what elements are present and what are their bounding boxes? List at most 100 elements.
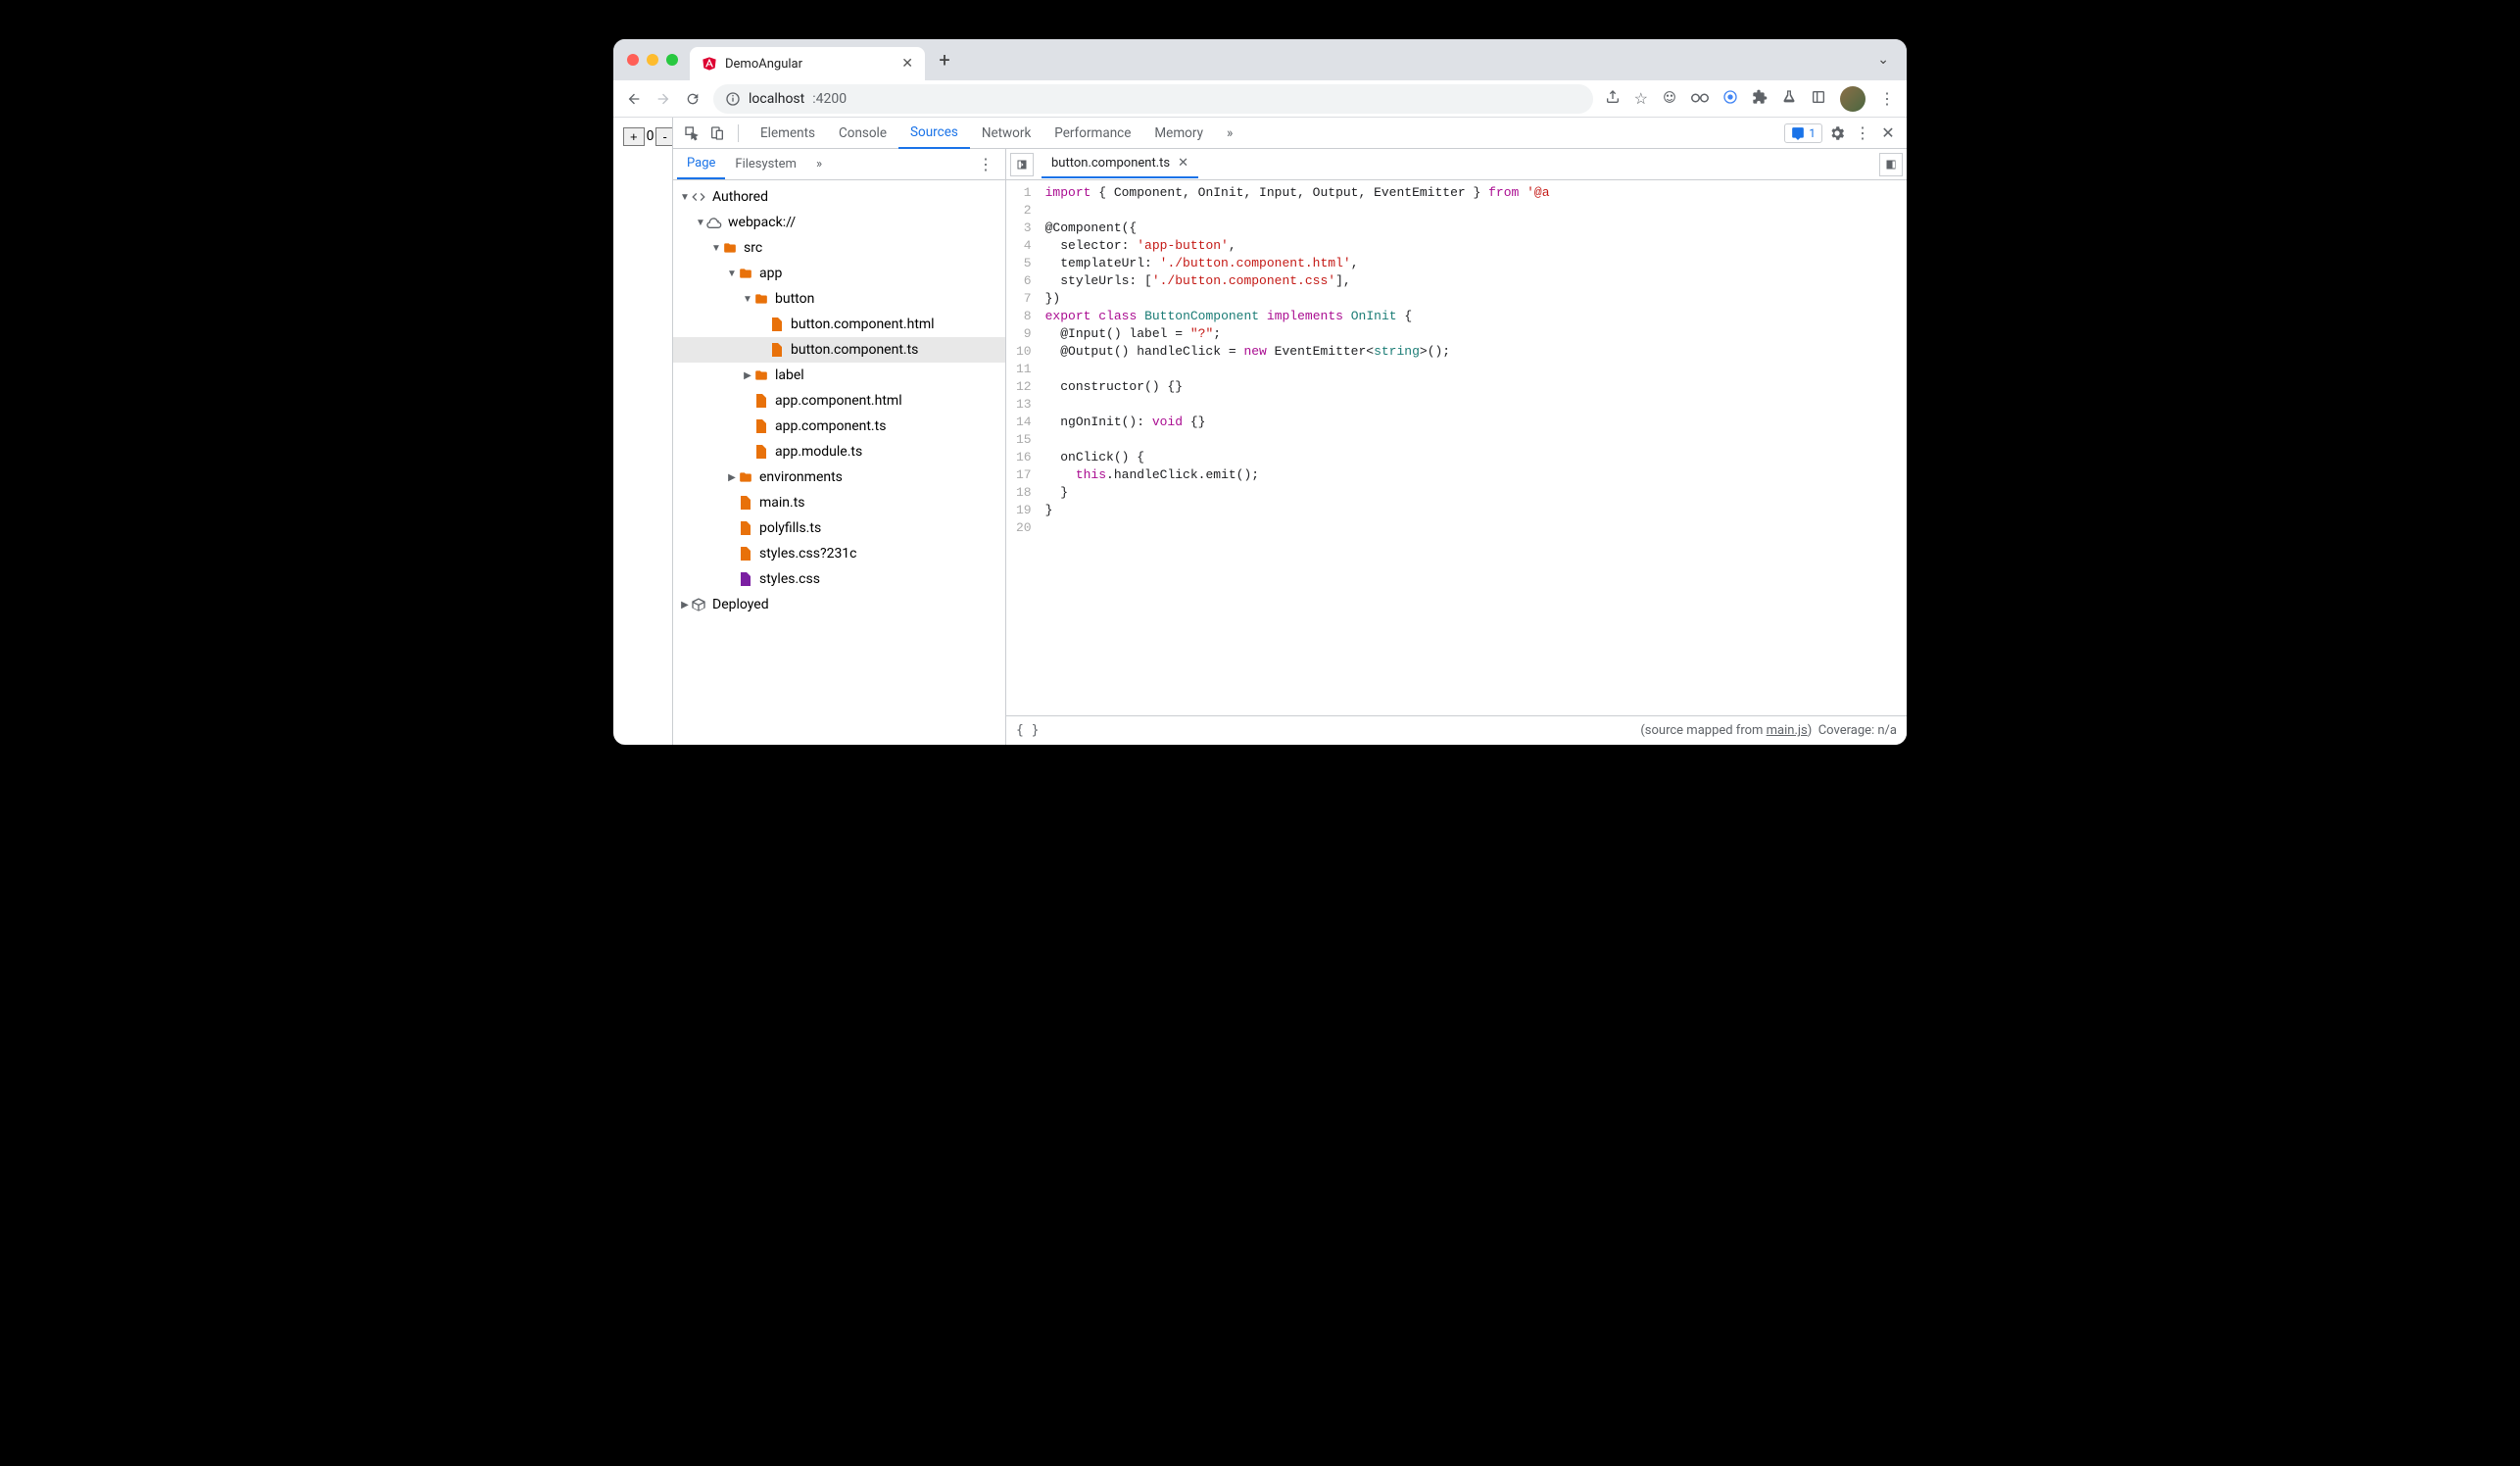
bookmark-icon[interactable]: ☆ (1634, 89, 1648, 108)
tree-src[interactable]: ▼src (673, 235, 1005, 261)
cloud-icon (706, 215, 722, 230)
url-host: localhost (749, 91, 804, 107)
tree-main-ts[interactable]: main.ts (673, 490, 1005, 515)
code-content: import { Component, OnInit, Input, Outpu… (1038, 180, 1558, 715)
tree-button-html[interactable]: button.component.html (673, 312, 1005, 337)
tree-polyfills-ts[interactable]: polyfills.ts (673, 515, 1005, 541)
folder-icon (753, 291, 769, 307)
maximize-window-button[interactable] (666, 54, 678, 66)
site-info-icon[interactable] (725, 91, 741, 107)
folder-icon (753, 367, 769, 383)
new-tab-button[interactable]: + (931, 46, 958, 73)
close-window-button[interactable] (627, 54, 639, 66)
file-icon (738, 520, 753, 536)
file-icon (769, 317, 785, 332)
back-button[interactable] (625, 90, 643, 108)
tree-authored[interactable]: ▼Authored (673, 184, 1005, 210)
devtools-panel: Elements Console Sources Network Perform… (672, 118, 1907, 745)
nav-tab-page[interactable]: Page (677, 149, 725, 179)
editor-tabbar: button.component.ts ✕ (1006, 149, 1907, 180)
extension-icon-1[interactable] (1662, 89, 1677, 109)
editor-filename: button.component.ts (1051, 156, 1170, 171)
toolbar-icons: ☆ ⋮ (1605, 86, 1895, 112)
file-icon (753, 418, 769, 434)
tree-styles-q[interactable]: styles.css?231c (673, 541, 1005, 566)
code-panel: button.component.ts ✕ 123456789101112131… (1006, 149, 1907, 745)
tab-performance[interactable]: Performance (1042, 119, 1142, 148)
tree-button-ts[interactable]: button.component.ts (673, 337, 1005, 363)
issues-count: 1 (1809, 126, 1816, 140)
file-icon (738, 546, 753, 562)
forward-button[interactable] (654, 90, 672, 108)
address-bar: localhost :4200 ☆ ⋮ (613, 80, 1907, 118)
deployed-icon (691, 597, 706, 612)
toggle-debugger-icon[interactable] (1879, 153, 1903, 176)
devtools-body: Page Filesystem » ⋮ ▼Authored ▼webpack:/… (673, 149, 1907, 745)
tab-network[interactable]: Network (970, 119, 1042, 148)
close-devtools-icon[interactable]: ✕ (1877, 122, 1899, 144)
tree-button-folder[interactable]: ▼button (673, 286, 1005, 312)
window-controls (627, 54, 678, 66)
tab-sources[interactable]: Sources (898, 118, 970, 149)
extension-icon-2[interactable] (1691, 89, 1709, 108)
browser-tab[interactable]: DemoAngular ✕ (690, 47, 925, 80)
issues-badge[interactable]: 1 (1784, 123, 1822, 143)
file-icon (769, 342, 785, 358)
tree-app[interactable]: ▼app (673, 261, 1005, 286)
tree-app-module[interactable]: app.module.ts (673, 439, 1005, 464)
tree-app-ts[interactable]: app.component.ts (673, 414, 1005, 439)
devtools-menu-icon[interactable]: ⋮ (1852, 122, 1873, 144)
source-map-link[interactable]: main.js (1767, 723, 1808, 738)
url-port: :4200 (812, 91, 847, 107)
format-code-icon[interactable]: { } (1016, 723, 1039, 738)
file-icon (753, 393, 769, 409)
file-tree: ▼Authored ▼webpack:// ▼src ▼app ▼button … (673, 180, 1005, 745)
settings-icon[interactable] (1826, 122, 1848, 144)
labs-icon[interactable] (1781, 89, 1797, 109)
extensions-icon[interactable] (1752, 89, 1768, 109)
nav-more-tabs-icon[interactable]: » (806, 150, 832, 178)
tab-title: DemoAngular (725, 57, 894, 72)
editor-tab[interactable]: button.component.ts ✕ (1042, 150, 1198, 178)
extension-icon-3[interactable] (1722, 89, 1738, 109)
more-tabs-icon[interactable]: » (1215, 119, 1244, 148)
tree-label-folder[interactable]: ▶label (673, 363, 1005, 388)
reader-icon[interactable] (1811, 89, 1826, 109)
file-icon (738, 495, 753, 511)
tree-deployed[interactable]: ▶Deployed (673, 592, 1005, 617)
devtools-tabs: Elements Console Sources Network Perform… (749, 118, 1780, 149)
tree-environments[interactable]: ▶environments (673, 464, 1005, 490)
tree-styles[interactable]: styles.css (673, 566, 1005, 592)
increment-button[interactable]: + (623, 127, 645, 146)
devtools-toolbar: Elements Console Sources Network Perform… (673, 118, 1907, 149)
code-editor[interactable]: 1234567891011121314151617181920 import {… (1006, 180, 1907, 715)
file-icon (753, 444, 769, 460)
tabs-dropdown-icon[interactable]: ⌄ (1869, 52, 1897, 68)
tab-console[interactable]: Console (827, 119, 898, 148)
reload-button[interactable] (684, 90, 702, 108)
tab-memory[interactable]: Memory (1142, 119, 1215, 148)
minimize-window-button[interactable] (647, 54, 658, 66)
folder-icon (738, 266, 753, 281)
angular-icon (702, 56, 717, 72)
tree-webpack[interactable]: ▼webpack:// (673, 210, 1005, 235)
share-icon[interactable] (1605, 89, 1621, 109)
file-icon (738, 571, 753, 587)
close-tab-icon[interactable]: ✕ (901, 56, 913, 72)
coverage-info: Coverage: n/a (1818, 723, 1897, 738)
navigator-menu-icon[interactable]: ⋮ (970, 151, 1001, 177)
close-editor-tab-icon[interactable]: ✕ (1178, 156, 1188, 171)
tab-elements[interactable]: Elements (749, 119, 827, 148)
browser-window: DemoAngular ✕ + ⌄ localhost :4200 ☆ ⋮ (613, 39, 1907, 745)
toggle-navigator-icon[interactable] (1010, 153, 1034, 176)
inspect-element-icon[interactable] (681, 122, 703, 144)
device-toggle-icon[interactable] (706, 122, 728, 144)
browser-tabbar: DemoAngular ✕ + ⌄ (613, 39, 1907, 80)
browser-menu-icon[interactable]: ⋮ (1879, 89, 1895, 108)
url-input[interactable]: localhost :4200 (713, 84, 1593, 114)
editor-footer: { } (source mapped from main.js) Coverag… (1006, 715, 1907, 745)
code-icon (691, 189, 706, 205)
profile-avatar[interactable] (1840, 86, 1866, 112)
nav-tab-filesystem[interactable]: Filesystem (725, 150, 806, 178)
tree-app-html[interactable]: app.component.html (673, 388, 1005, 414)
